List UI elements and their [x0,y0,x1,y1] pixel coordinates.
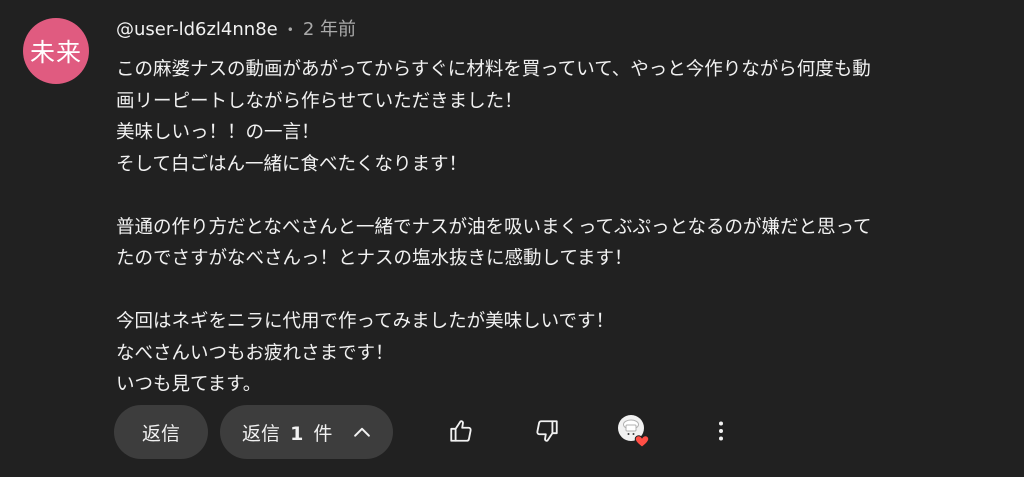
view-replies-button[interactable]: 返信 1 件 [220,405,393,459]
comment-line: いつも見てます。 [116,374,262,395]
replies-count: 1 [290,422,304,445]
comment-body: この麻婆ナスの動画があがってからすぐに材料を買っていて、やっと今作りながら何度も… [116,54,946,401]
comment-line: 画リーピートしながら作らせていただきました！ [116,90,523,112]
comment-line: 普通の作り方だとなべさんと一緒でナスが油を吸いまくってぶぷっとなるのが嫌だと思っ… [116,216,872,238]
comment-line: なべさんいつもお疲れさまです！ [116,342,394,364]
thumbs-up-icon [448,418,474,444]
avatar[interactable]: 未来 [23,18,89,84]
reply-button-label: 返信 [141,422,180,445]
replies-label-prefix: 返信 [242,422,281,445]
creator-heart-button[interactable] [607,404,661,458]
more-actions-button[interactable] [694,404,748,458]
replies-label-suffix: 件 [313,422,333,445]
thumbs-down-icon [534,418,560,444]
comment-line: そして白ごはん一緒に食べたくなります！ [116,153,467,175]
separator-dot: • [286,23,294,37]
comment-line: たのでさすがなべさんっ！とナスの塩水抜きに感動してます！ [116,248,633,269]
comment-timestamp[interactable]: 2 年前 [303,16,356,44]
comment-line: 今回はネギをニラに代用で作ってみましたが美味しいです！ [116,311,615,332]
chevron-up-icon [351,421,373,443]
comment-line: 美味しいっ！！の一言！ [116,122,320,143]
more-vertical-icon [709,419,733,443]
reply-button[interactable]: 返信 [114,405,208,459]
replies-label: 返信 1 件 [242,419,332,446]
comment-line: この麻婆ナスの動画があがってからすぐに材料を買っていて、やっと今作りながら何度も… [116,59,871,80]
author-name[interactable]: @user-ld6zl4nn8e [116,16,278,44]
creator-heart-icon [616,413,652,449]
comment-header: @user-ld6zl4nn8e • 2 年前 [116,16,356,44]
dislike-button[interactable] [520,404,574,458]
comment-blank-line [116,275,946,307]
like-button[interactable] [434,404,488,458]
comment-actions: 返信 返信 1 件 [114,404,723,460]
comment-blank-line [116,180,946,212]
